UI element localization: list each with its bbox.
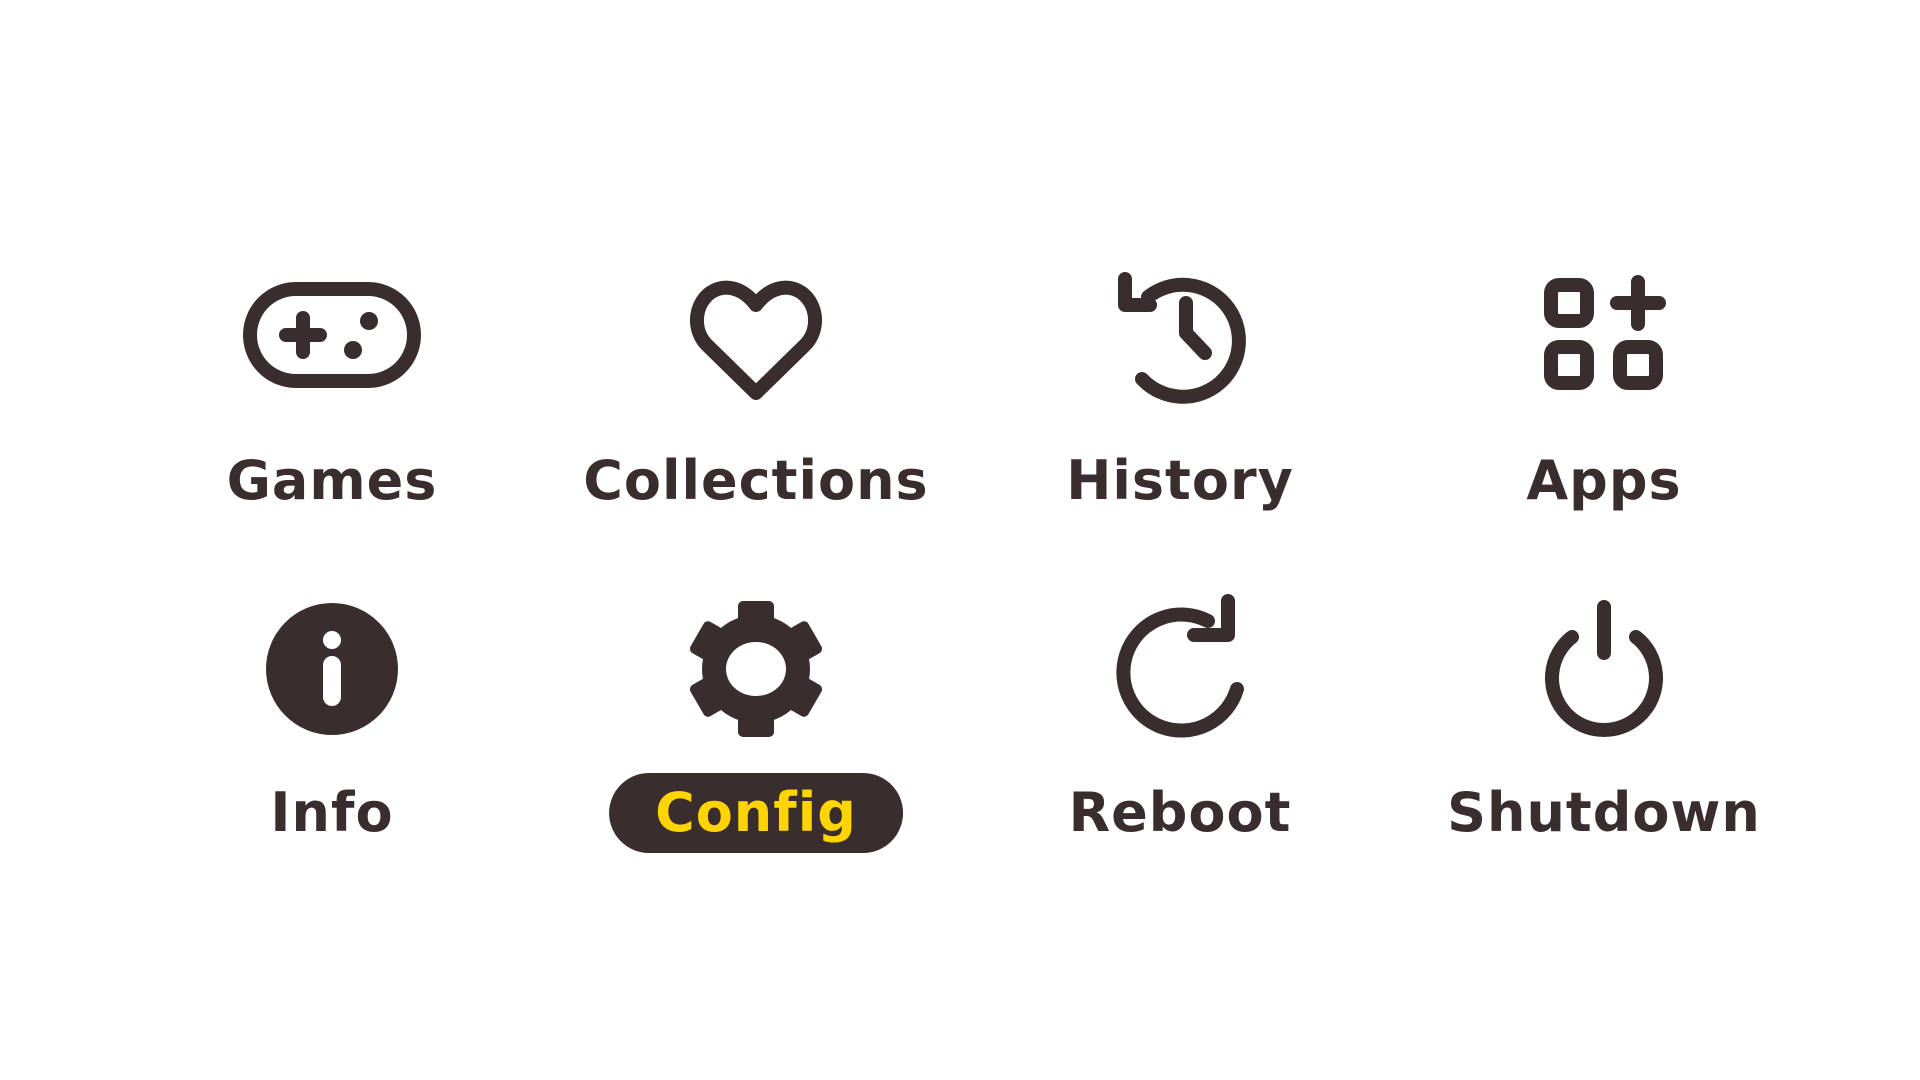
menu-item-reboot[interactable]: Reboot xyxy=(970,577,1390,877)
menu-item-shutdown[interactable]: Shutdown xyxy=(1394,577,1814,877)
menu-item-collections[interactable]: Collections xyxy=(546,245,966,545)
history-clock-icon xyxy=(1118,272,1246,404)
menu-item-label: Apps xyxy=(1526,449,1682,512)
menu-item-label: Games xyxy=(226,449,438,512)
menu-item-label: Config xyxy=(609,773,903,853)
menu-item-label: Info xyxy=(270,781,394,844)
main-menu-screen: Games Collections History Apps Info Conf… xyxy=(0,0,1920,1080)
menu-item-apps[interactable]: Apps xyxy=(1394,245,1814,545)
reboot-icon xyxy=(1116,594,1244,738)
menu-item-label: Reboot xyxy=(1068,781,1292,844)
gamepad-icon xyxy=(243,282,421,388)
menu-item-info[interactable]: Info xyxy=(122,577,542,877)
menu-item-games[interactable]: Games xyxy=(122,245,542,545)
power-icon xyxy=(1545,600,1663,737)
menu-item-config[interactable]: Config xyxy=(546,577,966,877)
heart-icon xyxy=(689,280,823,400)
menu-item-history[interactable]: History xyxy=(970,245,1390,545)
gear-icon xyxy=(689,601,823,737)
apps-grid-icon xyxy=(1544,275,1666,390)
menu-item-label: Collections xyxy=(583,449,929,512)
menu-item-label: Shutdown xyxy=(1447,781,1761,844)
info-icon xyxy=(266,603,398,735)
menu-item-label: History xyxy=(1066,449,1294,512)
